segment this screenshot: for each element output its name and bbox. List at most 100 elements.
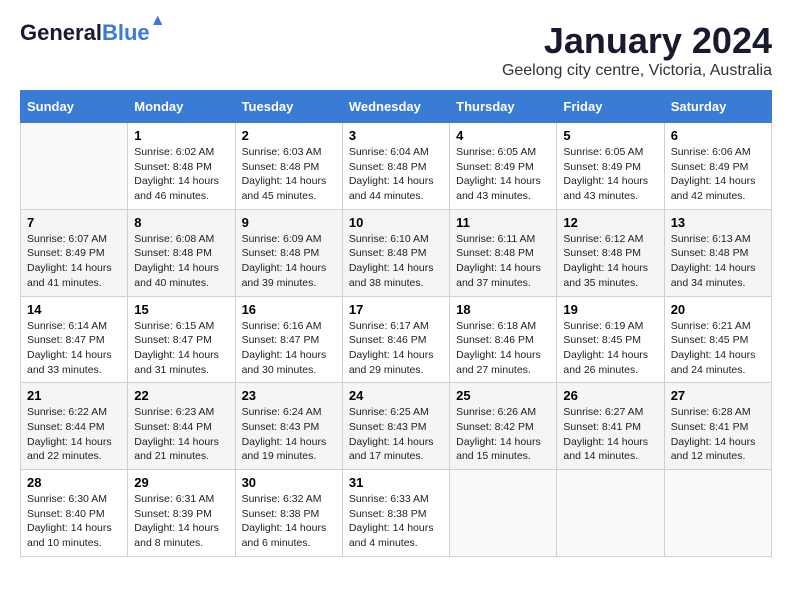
calendar-cell: 26 Sunrise: 6:27 AM Sunset: 8:41 PM Dayli…	[557, 383, 664, 470]
calendar-cell: 17 Sunrise: 6:17 AM Sunset: 8:46 PM Dayli…	[342, 296, 449, 383]
calendar-week-row: 14Sunrise: 6:14 AM Sunset: 8:47 PM Dayli…	[21, 296, 772, 383]
day-number: 17	[349, 302, 443, 317]
calendar-cell: 13 Sunrise: 6:13 AM Sunset: 8:48 PM Dayli…	[664, 209, 771, 296]
calendar-week-row: 28 Sunrise: 6:30 AM Sunset: 8:40 PM Dayli…	[21, 470, 772, 557]
day-info: Sunrise: 6:24 AM Sunset: 8:43 PM Dayligh…	[242, 405, 336, 464]
logo-bird-icon: ▲	[150, 12, 166, 30]
day-info: Sunrise: 6:08 AM Sunset: 8:48 PM Dayligh…	[134, 232, 228, 291]
calendar-cell	[21, 123, 128, 210]
calendar-cell: 6 Sunrise: 6:06 AM Sunset: 8:49 PM Daylig…	[664, 123, 771, 210]
day-number: 19	[563, 302, 657, 317]
day-info: Sunrise: 6:30 AM Sunset: 8:40 PM Dayligh…	[27, 492, 121, 551]
day-number: 8	[134, 215, 228, 230]
logo-blue: Blue	[102, 20, 150, 45]
column-header-saturday: Saturday	[664, 91, 771, 123]
calendar-header-row: SundayMondayTuesdayWednesdayThursdayFrid…	[21, 91, 772, 123]
day-info: Sunrise: 6:05 AM Sunset: 8:49 PM Dayligh…	[563, 145, 657, 204]
day-info: Sunrise: 6:28 AM Sunset: 8:41 PM Dayligh…	[671, 405, 765, 464]
day-info: Sunrise: 6:16 AM Sunset: 8:47 PM Dayligh…	[242, 319, 336, 378]
day-number: 31	[349, 475, 443, 490]
day-number: 16	[242, 302, 336, 317]
day-number: 21	[27, 388, 121, 403]
day-number: 7	[27, 215, 121, 230]
day-number: 9	[242, 215, 336, 230]
day-number: 25	[456, 388, 550, 403]
day-number: 4	[456, 128, 550, 143]
header: GeneralBlue ▲ January 2024 Geelong city …	[20, 20, 772, 80]
calendar-cell: 11 Sunrise: 6:11 AM Sunset: 8:48 PM Dayli…	[450, 209, 557, 296]
day-number: 27	[671, 388, 765, 403]
day-number: 29	[134, 475, 228, 490]
day-info: Sunrise: 6:27 AM Sunset: 8:41 PM Dayligh…	[563, 405, 657, 464]
calendar-cell: 18 Sunrise: 6:18 AM Sunset: 8:46 PM Dayli…	[450, 296, 557, 383]
day-info: Sunrise: 6:10 AM Sunset: 8:48 PM Dayligh…	[349, 232, 443, 291]
day-info: Sunrise: 6:31 AM Sunset: 8:39 PM Dayligh…	[134, 492, 228, 551]
day-info: Sunrise: 6:06 AM Sunset: 8:49 PM Dayligh…	[671, 145, 765, 204]
calendar-cell	[450, 470, 557, 557]
day-number: 5	[563, 128, 657, 143]
calendar-cell: 2Sunrise: 6:03 AM Sunset: 8:48 PM Daylig…	[235, 123, 342, 210]
calendar-cell	[557, 470, 664, 557]
calendar-cell: 20Sunrise: 6:21 AM Sunset: 8:45 PM Dayli…	[664, 296, 771, 383]
column-header-sunday: Sunday	[21, 91, 128, 123]
day-number: 18	[456, 302, 550, 317]
calendar-cell: 9 Sunrise: 6:09 AM Sunset: 8:48 PM Daylig…	[235, 209, 342, 296]
day-info: Sunrise: 6:13 AM Sunset: 8:48 PM Dayligh…	[671, 232, 765, 291]
day-info: Sunrise: 6:14 AM Sunset: 8:47 PM Dayligh…	[27, 319, 121, 378]
day-info: Sunrise: 6:05 AM Sunset: 8:49 PM Dayligh…	[456, 145, 550, 204]
day-number: 26	[563, 388, 657, 403]
day-info: Sunrise: 6:11 AM Sunset: 8:48 PM Dayligh…	[456, 232, 550, 291]
day-number: 28	[27, 475, 121, 490]
day-info: Sunrise: 6:22 AM Sunset: 8:44 PM Dayligh…	[27, 405, 121, 464]
day-info: Sunrise: 6:17 AM Sunset: 8:46 PM Dayligh…	[349, 319, 443, 378]
calendar-week-row: 7 Sunrise: 6:07 AM Sunset: 8:49 PM Daylig…	[21, 209, 772, 296]
calendar-cell: 22 Sunrise: 6:23 AM Sunset: 8:44 PM Dayli…	[128, 383, 235, 470]
day-number: 10	[349, 215, 443, 230]
calendar-cell: 5 Sunrise: 6:05 AM Sunset: 8:49 PM Daylig…	[557, 123, 664, 210]
day-info: Sunrise: 6:18 AM Sunset: 8:46 PM Dayligh…	[456, 319, 550, 378]
calendar-cell: 10 Sunrise: 6:10 AM Sunset: 8:48 PM Dayli…	[342, 209, 449, 296]
calendar-cell: 4 Sunrise: 6:05 AM Sunset: 8:49 PM Daylig…	[450, 123, 557, 210]
day-info: Sunrise: 6:19 AM Sunset: 8:45 PM Dayligh…	[563, 319, 657, 378]
calendar-cell: 30Sunrise: 6:32 AM Sunset: 8:38 PM Dayli…	[235, 470, 342, 557]
calendar-cell: 7 Sunrise: 6:07 AM Sunset: 8:49 PM Daylig…	[21, 209, 128, 296]
calendar-cell: 8 Sunrise: 6:08 AM Sunset: 8:48 PM Daylig…	[128, 209, 235, 296]
calendar-cell: 19 Sunrise: 6:19 AM Sunset: 8:45 PM Dayli…	[557, 296, 664, 383]
day-info: Sunrise: 6:26 AM Sunset: 8:42 PM Dayligh…	[456, 405, 550, 464]
calendar-week-row: 1 Sunrise: 6:02 AM Sunset: 8:48 PM Daylig…	[21, 123, 772, 210]
calendar-table: SundayMondayTuesdayWednesdayThursdayFrid…	[20, 90, 772, 557]
day-number: 22	[134, 388, 228, 403]
logo-general: General	[20, 20, 102, 45]
column-header-monday: Monday	[128, 91, 235, 123]
day-info: Sunrise: 6:09 AM Sunset: 8:48 PM Dayligh…	[242, 232, 336, 291]
month-title: January 2024	[502, 20, 772, 62]
calendar-cell: 29 Sunrise: 6:31 AM Sunset: 8:39 PM Dayli…	[128, 470, 235, 557]
column-header-thursday: Thursday	[450, 91, 557, 123]
day-number: 1	[134, 128, 228, 143]
column-header-wednesday: Wednesday	[342, 91, 449, 123]
day-number: 6	[671, 128, 765, 143]
day-info: Sunrise: 6:15 AM Sunset: 8:47 PM Dayligh…	[134, 319, 228, 378]
day-number: 13	[671, 215, 765, 230]
calendar-cell: 21 Sunrise: 6:22 AM Sunset: 8:44 PM Dayli…	[21, 383, 128, 470]
calendar-cell: 23 Sunrise: 6:24 AM Sunset: 8:43 PM Dayli…	[235, 383, 342, 470]
calendar-cell: 28 Sunrise: 6:30 AM Sunset: 8:40 PM Dayli…	[21, 470, 128, 557]
calendar-cell: 3Sunrise: 6:04 AM Sunset: 8:48 PM Daylig…	[342, 123, 449, 210]
day-info: Sunrise: 6:23 AM Sunset: 8:44 PM Dayligh…	[134, 405, 228, 464]
day-number: 30	[242, 475, 336, 490]
calendar-cell: 27 Sunrise: 6:28 AM Sunset: 8:41 PM Dayli…	[664, 383, 771, 470]
day-info: Sunrise: 6:07 AM Sunset: 8:49 PM Dayligh…	[27, 232, 121, 291]
calendar-cell: 25 Sunrise: 6:26 AM Sunset: 8:42 PM Dayli…	[450, 383, 557, 470]
day-number: 23	[242, 388, 336, 403]
calendar-cell	[664, 470, 771, 557]
calendar-week-row: 21 Sunrise: 6:22 AM Sunset: 8:44 PM Dayli…	[21, 383, 772, 470]
day-info: Sunrise: 6:02 AM Sunset: 8:48 PM Dayligh…	[134, 145, 228, 204]
logo: GeneralBlue ▲	[20, 20, 150, 46]
day-number: 11	[456, 215, 550, 230]
calendar-cell: 15Sunrise: 6:15 AM Sunset: 8:47 PM Dayli…	[128, 296, 235, 383]
calendar-cell: 1 Sunrise: 6:02 AM Sunset: 8:48 PM Daylig…	[128, 123, 235, 210]
calendar-cell: 31Sunrise: 6:33 AM Sunset: 8:38 PM Dayli…	[342, 470, 449, 557]
calendar-cell: 24Sunrise: 6:25 AM Sunset: 8:43 PM Dayli…	[342, 383, 449, 470]
title-area: January 2024 Geelong city centre, Victor…	[502, 20, 772, 80]
day-number: 3	[349, 128, 443, 143]
